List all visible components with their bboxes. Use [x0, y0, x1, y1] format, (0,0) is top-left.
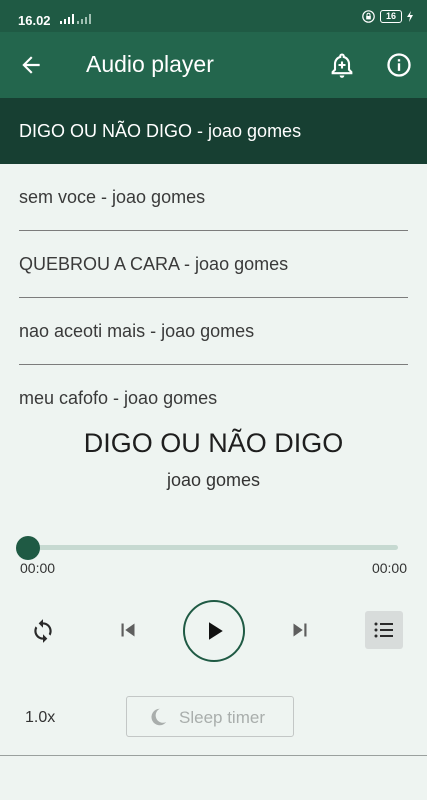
sleep-timer-button[interactable]: Sleep timer — [126, 696, 294, 737]
app-bar: Audio player — [0, 32, 427, 98]
playlist: DIGO OU NÃO DIGO - joao gomes sem voce -… — [0, 98, 427, 431]
playback-speed-button[interactable]: 1.0x — [25, 709, 55, 727]
status-time: 16.02 — [18, 13, 51, 28]
charging-icon — [407, 11, 413, 22]
page-title: Audio player — [86, 51, 214, 77]
current-time: 00:00 — [20, 560, 56, 576]
seek-bar-thumb[interactable] — [16, 536, 40, 560]
now-playing-artist: joao gomes — [166, 470, 261, 490]
signal-icon-2 — [77, 14, 91, 24]
playlist-item[interactable]: sem voce - joao gomes — [19, 164, 408, 231]
battery-level: 16 — [380, 10, 402, 23]
playlist-item[interactable]: meu cafofo - joao gomes — [19, 365, 408, 431]
info-icon[interactable] — [385, 51, 413, 79]
play-button[interactable] — [183, 600, 245, 662]
status-bar: 16.02 16 — [0, 0, 427, 32]
skip-previous-icon[interactable] — [115, 617, 141, 643]
total-duration: 00:00 — [371, 560, 407, 576]
playlist-toggle-button[interactable] — [365, 611, 403, 649]
arrow-left-icon[interactable] — [18, 52, 44, 78]
divider — [0, 755, 427, 756]
signal-icon — [60, 14, 74, 24]
skip-next-icon[interactable] — [287, 617, 313, 643]
repeat-icon[interactable] — [30, 618, 56, 644]
sleep-timer-label: Sleep timer — [179, 708, 265, 727]
playlist-item[interactable]: nao aceoti mais - joao gomes — [19, 298, 408, 365]
now-playing-title: DIGO OU NÃO DIGO — [83, 428, 344, 458]
lock-icon — [362, 10, 375, 23]
play-icon — [209, 622, 223, 640]
playlist-item-current[interactable]: DIGO OU NÃO DIGO - joao gomes — [0, 98, 427, 164]
seek-bar[interactable] — [28, 545, 398, 550]
moon-icon — [151, 708, 167, 726]
alarm-add-icon[interactable] — [328, 51, 356, 79]
playlist-icon — [374, 622, 393, 638]
playlist-item[interactable]: QUEBROU A CARA - joao gomes — [19, 231, 408, 298]
